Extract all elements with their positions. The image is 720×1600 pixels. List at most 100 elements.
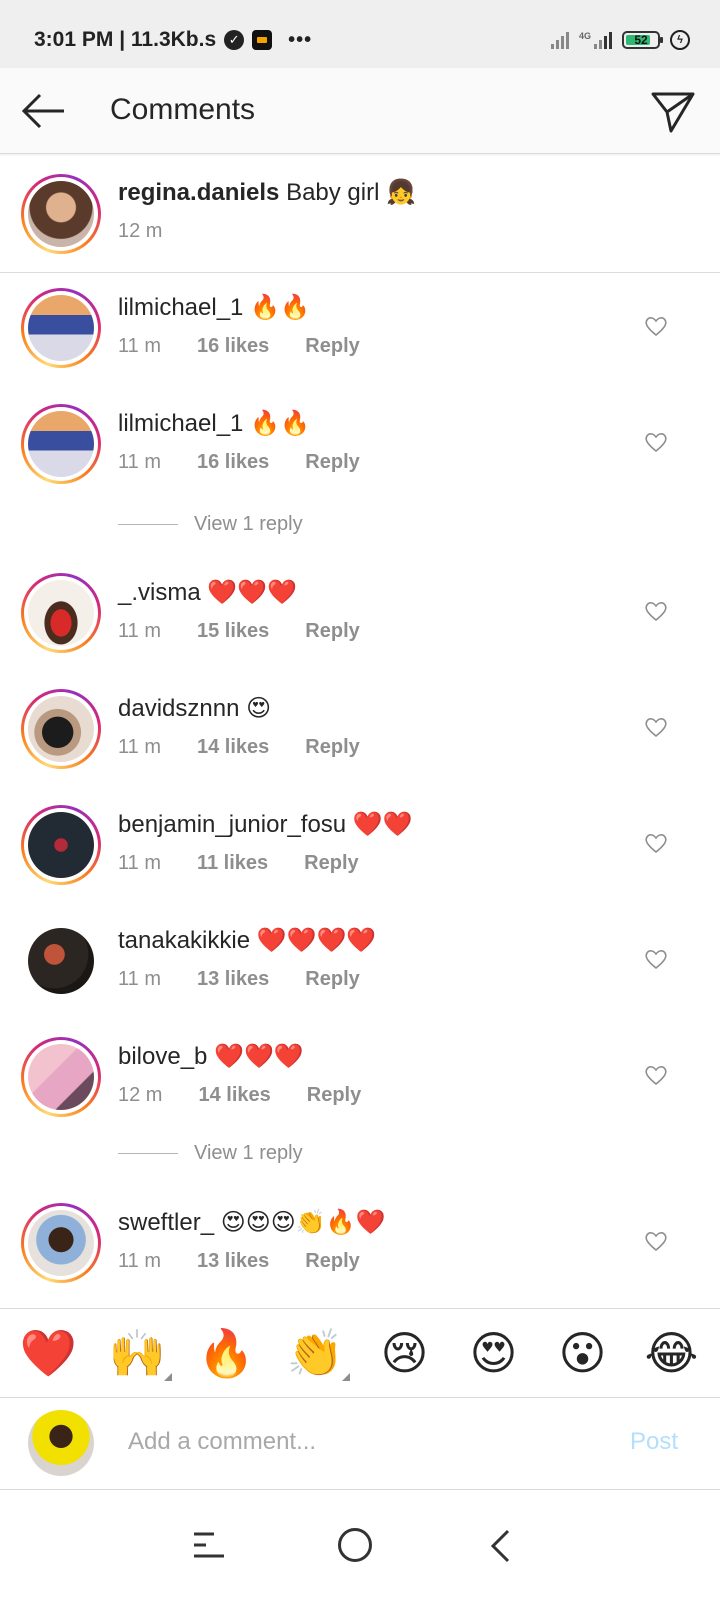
- comment-text: lilmichael_1 🔥🔥: [118, 409, 310, 438]
- comment-body: ❤️❤️: [352, 811, 413, 838]
- home-icon[interactable]: [338, 1528, 372, 1562]
- comment-row: tanakakikkie ❤️❤️❤️❤️ 11 m 13 likes Repl…: [0, 906, 720, 1022]
- comment-body: 😍😍😍👏🔥❤️: [220, 1209, 386, 1236]
- comment-username[interactable]: tanakakikkie: [118, 927, 250, 954]
- like-heart-icon[interactable]: [644, 1230, 668, 1252]
- comment-meta: 11 m 13 likes Reply: [118, 968, 360, 991]
- comment-body: 🔥🔥: [250, 410, 310, 437]
- send-icon[interactable]: [650, 88, 696, 134]
- status-right: 4G 52 ϟ: [550, 30, 690, 50]
- like-heart-icon[interactable]: [644, 832, 668, 854]
- avatar[interactable]: [28, 928, 94, 994]
- comment-username[interactable]: bilove_b: [118, 1043, 207, 1070]
- reply-button[interactable]: Reply: [304, 852, 358, 875]
- comment-likes[interactable]: 13 likes: [197, 1250, 269, 1273]
- comment-username[interactable]: davidsznnn: [118, 695, 239, 722]
- comment-text: benjamin_junior_fosu ❤️❤️: [118, 810, 413, 839]
- comment-row: lilmichael_1 🔥🔥 11 m 16 likes Reply: [0, 389, 720, 505]
- avatar[interactable]: [21, 689, 101, 769]
- comment-time: 11 m: [118, 736, 161, 758]
- nav-back-icon[interactable]: [488, 1528, 514, 1564]
- comment-input[interactable]: [128, 1422, 588, 1462]
- divider: [118, 1153, 178, 1154]
- comment-meta: 11 m 16 likes Reply: [118, 451, 360, 474]
- comment-time: 11 m: [118, 335, 161, 357]
- view-replies-link[interactable]: View 1 reply: [118, 1142, 303, 1165]
- battery-icon: 52: [622, 31, 663, 49]
- comment-row: bilove_b ❤️❤️❤️ 12 m 14 likes Reply: [0, 1022, 720, 1138]
- comment-body: 😍: [246, 695, 272, 722]
- avatar[interactable]: [21, 1037, 101, 1117]
- raising-hands-emoji-button[interactable]: 🙌: [108, 1323, 172, 1383]
- like-heart-icon[interactable]: [644, 315, 668, 337]
- comment-username[interactable]: _.visma: [118, 579, 201, 606]
- page-title: Comments: [110, 93, 256, 126]
- like-heart-icon[interactable]: [644, 600, 668, 622]
- avatar-regina-daniels[interactable]: [21, 174, 101, 254]
- like-heart-icon[interactable]: [644, 948, 668, 970]
- comment-row: davidsznnn 😍 11 m 14 likes Reply: [0, 674, 720, 790]
- comment-body: 🔥🔥: [250, 294, 310, 321]
- view-replies-link[interactable]: View 1 reply: [118, 513, 303, 536]
- comment-row: benjamin_junior_fosu ❤️❤️ 11 m 11 likes …: [0, 790, 720, 906]
- reply-button[interactable]: Reply: [305, 1250, 359, 1273]
- avatar[interactable]: [21, 288, 101, 368]
- charging-icon: ϟ: [670, 30, 690, 50]
- heart-eyes-emoji-button[interactable]: 😍: [464, 1323, 524, 1383]
- comment-username[interactable]: benjamin_junior_fosu: [118, 811, 346, 838]
- comment-likes[interactable]: 16 likes: [197, 335, 269, 358]
- reply-button[interactable]: Reply: [305, 968, 359, 991]
- comment-text: davidsznnn 😍: [118, 694, 271, 723]
- comment-time: 11 m: [118, 1250, 161, 1272]
- comment-likes[interactable]: 13 likes: [197, 968, 269, 991]
- reply-button[interactable]: Reply: [307, 1084, 361, 1107]
- comment-meta: 11 m 16 likes Reply: [118, 335, 360, 358]
- comment-meta: 11 m 14 likes Reply: [118, 736, 360, 759]
- comment-likes[interactable]: 15 likes: [197, 620, 269, 643]
- avatar[interactable]: [21, 1203, 101, 1283]
- comment-text: bilove_b ❤️❤️❤️: [118, 1042, 304, 1071]
- status-bar: 3:01 PM | 11.3Kb.s ✓ ••• 4G 52 ϟ: [0, 0, 720, 68]
- comment-meta: 11 m 15 likes Reply: [118, 620, 360, 643]
- comment-likes[interactable]: 14 likes: [198, 1084, 270, 1107]
- laughing-emoji-button[interactable]: 😂: [642, 1323, 702, 1383]
- post-button[interactable]: Post: [630, 1428, 678, 1456]
- skin-tone-indicator-icon: [341, 1373, 350, 1381]
- reply-button[interactable]: Reply: [305, 335, 359, 358]
- fire-emoji-button[interactable]: 🔥: [197, 1323, 257, 1383]
- reply-button[interactable]: Reply: [305, 736, 359, 759]
- emoji-quick-bar: ❤️ 🙌 🔥 👏 😢 😍 😮 😂: [0, 1308, 720, 1398]
- avatar[interactable]: [21, 404, 101, 484]
- like-heart-icon[interactable]: [644, 1064, 668, 1086]
- reply-button[interactable]: Reply: [305, 451, 359, 474]
- comment-username[interactable]: lilmichael_1: [118, 294, 243, 321]
- comment-meta: 12 m 14 likes Reply: [118, 1084, 361, 1107]
- heart-emoji-button[interactable]: ❤️: [19, 1323, 79, 1383]
- comment-row: sweftler_ 😍😍😍👏🔥❤️ 11 m 13 likes Reply: [0, 1188, 720, 1304]
- avatar[interactable]: [21, 805, 101, 885]
- surprised-emoji-button[interactable]: 😮: [553, 1323, 613, 1383]
- crying-emoji-button[interactable]: 😢: [375, 1323, 435, 1383]
- view-replies-label: View 1 reply: [194, 1142, 303, 1164]
- clapping-emoji: 👏: [286, 1326, 345, 1380]
- comment-username[interactable]: lilmichael_1: [118, 410, 243, 437]
- verified-check-icon: ✓: [224, 30, 245, 50]
- comment-row: lilmichael_1 🔥🔥 11 m 16 likes Reply: [0, 273, 720, 389]
- avatar[interactable]: [21, 573, 101, 653]
- like-heart-icon[interactable]: [644, 716, 668, 738]
- comment-likes[interactable]: 16 likes: [197, 451, 269, 474]
- comment-time: 12 m: [118, 1084, 163, 1106]
- header: Comments: [0, 68, 720, 154]
- comment-meta: 11 m 13 likes Reply: [118, 1250, 360, 1273]
- divider: [118, 524, 178, 525]
- back-arrow-icon[interactable]: [20, 90, 66, 132]
- reply-button[interactable]: Reply: [305, 620, 359, 643]
- clapping-emoji-button[interactable]: 👏: [286, 1323, 350, 1383]
- comment-likes[interactable]: 11 likes: [197, 852, 268, 875]
- comment-username[interactable]: sweftler_: [118, 1209, 214, 1236]
- raising-hands-emoji: 🙌: [108, 1326, 167, 1380]
- like-heart-icon[interactable]: [644, 431, 668, 453]
- recent-apps-icon[interactable]: [192, 1530, 226, 1560]
- caption-username[interactable]: regina.daniels: [118, 179, 279, 206]
- comment-likes[interactable]: 14 likes: [197, 736, 269, 759]
